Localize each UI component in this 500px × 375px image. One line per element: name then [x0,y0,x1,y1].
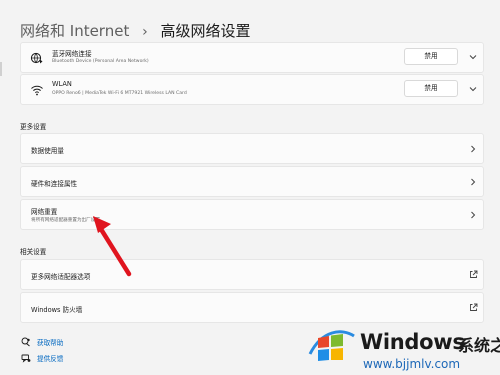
more-settings-header: 更多设置 [20,123,47,131]
chevron-right-icon [471,145,476,153]
watermark-url: www.bjjmlv.com [363,357,461,371]
settings-item-data-usage[interactable]: 数据使用量 [20,133,484,164]
settings-item-windows-firewall[interactable]: Windows 防火墙 [20,292,484,323]
adapter-description: OPPO Reno6 | MediaTek Wi-Fi 6 MT7921 Wir… [52,91,187,96]
watermark-brand: Windows [360,330,465,354]
bluetooth-network-icon [30,52,43,64]
give-feedback-label: 提供反馈 [37,355,64,363]
adapter-name: 蓝牙网络连接 [52,50,92,58]
page-title: 高级网络设置 [160,22,251,40]
settings-item-label: 网络重置 [31,208,58,216]
settings-item-label: Windows 防火墙 [31,306,83,314]
adapter-card-bluetooth[interactable]: 蓝牙网络连接 Bluetooth Device (Personal Area N… [20,42,484,73]
chevron-right-icon [471,211,476,219]
disable-button[interactable]: 禁用 [404,48,458,65]
annotation-arrow [93,216,132,277]
scroll-indicator [0,62,2,76]
settings-item-label: 更多网络适配器选项 [31,273,91,281]
get-help-link[interactable]: 获取帮助 [21,336,63,348]
settings-item-label: 硬件和连接属性 [31,180,78,188]
give-feedback-link[interactable]: 提供反馈 [21,352,63,364]
settings-item-hardware-properties[interactable]: 硬件和连接属性 [20,166,484,197]
get-help-label: 获取帮助 [37,339,64,347]
adapter-description: Bluetooth Device (Personal Area Network) [52,59,149,64]
adapter-card-wlan[interactable]: WLAN OPPO Reno6 | MediaTek Wi-Fi 6 MT792… [20,74,484,105]
adapter-name: WLAN [52,80,72,88]
chevron-down-icon[interactable] [469,54,477,60]
external-link-icon [470,303,478,311]
watermark-brand-cn: 系统之家 [458,336,500,355]
external-link-icon [470,270,478,278]
related-settings-header: 相关设置 [20,248,47,256]
watermark: Windows 系统之家 www.bjjmlv.com [308,320,500,375]
help-icon [21,337,30,347]
chevron-down-icon[interactable] [469,86,477,92]
breadcrumb: 网络和 Internet › 高级网络设置 [20,21,251,42]
windows-logo-icon [308,330,355,361]
disable-button[interactable]: 禁用 [404,80,458,97]
breadcrumb-parent-link[interactable]: 网络和 Internet [20,22,129,40]
settings-item-label: 数据使用量 [31,147,64,155]
chevron-right-icon [471,178,476,186]
breadcrumb-chevron-icon: › [142,24,148,40]
wifi-icon [31,85,43,96]
feedback-icon [21,354,31,363]
